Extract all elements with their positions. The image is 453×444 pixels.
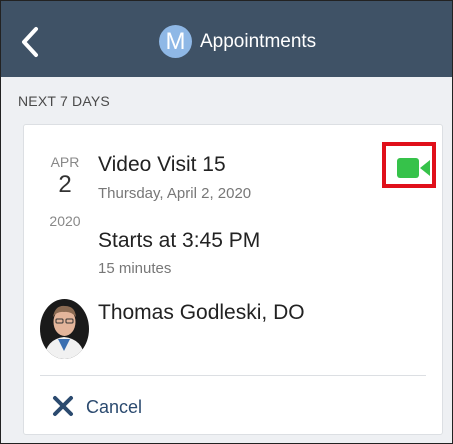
page-title: Appointments: [200, 31, 317, 52]
date-month: APR: [50, 154, 80, 170]
appointment-card[interactable]: APR 2 2020 Video Visit 15 Thursday, Apri…: [23, 124, 443, 435]
back-button[interactable]: [18, 25, 44, 59]
section-label: NEXT 7 DAYS: [18, 93, 110, 109]
chevron-left-icon: [22, 27, 38, 57]
divider: [40, 375, 426, 376]
header-bar: M Appointments: [1, 1, 452, 77]
provider-photo: [40, 299, 89, 359]
visit-date: Thursday, April 2, 2020: [98, 185, 252, 202]
cancel-label: Cancel: [86, 397, 143, 417]
appointments-screen: M Appointments NEXT 7 DAYS APR 2 2020 Vi…: [0, 0, 453, 444]
appointments-section: NEXT 7 DAYS APR 2 2020 Video Visit 15 Th…: [1, 77, 452, 443]
avatar[interactable]: M: [159, 25, 192, 58]
date-year: 2020: [49, 213, 81, 229]
provider-name: Thomas Godleski, DO: [98, 301, 305, 324]
date-day: 2: [58, 171, 72, 198]
visit-title: Video Visit 15: [98, 153, 226, 176]
video-camera-icon: [397, 158, 430, 178]
start-video-button[interactable]: [382, 142, 436, 188]
start-time: Starts at 3:45 PM: [98, 229, 261, 252]
close-icon: [53, 396, 73, 416]
duration: 15 minutes: [98, 260, 172, 277]
